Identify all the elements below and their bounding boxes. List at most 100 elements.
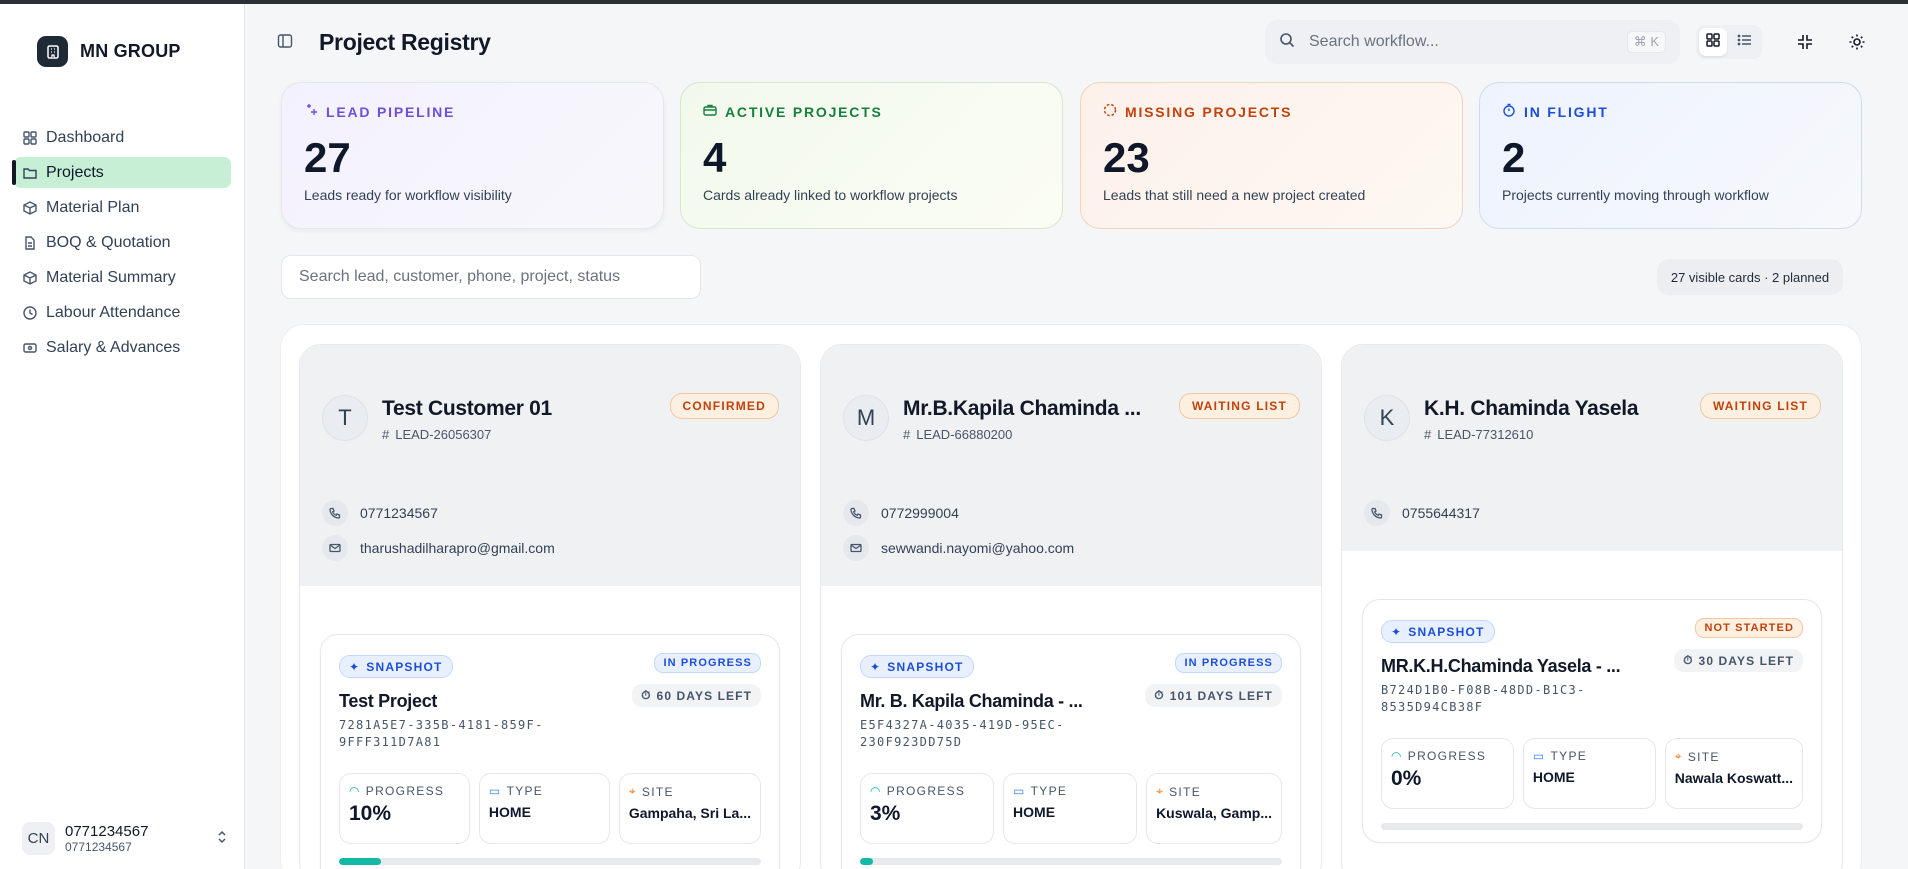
type-value: HOME [1532, 769, 1575, 785]
snapshot-tag: SNAPSHOT [1408, 624, 1485, 639]
document-icon [23, 235, 37, 250]
sun-icon[interactable] [1847, 32, 1867, 52]
status-badge: CONFIRMED [669, 393, 779, 419]
email-address[interactable]: tharushadilharapro@gmail.com [360, 540, 555, 556]
sidebar-toggle-icon[interactable] [277, 33, 293, 49]
brand-name: MN GROUP [80, 41, 181, 61]
phone-row: 0771234567 [322, 495, 772, 530]
brand[interactable]: MN GROUP [37, 36, 181, 67]
list-icon [1737, 32, 1753, 53]
status-badge: WAITING LIST [1178, 393, 1300, 419]
folder-icon [23, 166, 37, 180]
days-left: 101 DAYS LEFT [1169, 688, 1273, 703]
project-uuid: 7281A5E7-335B-4181-859F-9FFF311D7A81 [339, 718, 544, 749]
type-metric: ▭ TYPE HOME [1003, 773, 1138, 844]
sidebar-item-salary-advances[interactable]: Salary & Advances [14, 332, 231, 363]
progress-metric: ◠ PROGRESS 3% [860, 773, 995, 844]
stat-card-active-projects: ACTIVE PROJECTS 4 Cards already linked t… [680, 82, 1063, 229]
collapse-icon[interactable] [1795, 32, 1815, 52]
workflow-search-input[interactable]: Search workflow... ⌘ K [1265, 20, 1680, 64]
lead-card[interactable]: M Mr.B.Kapila Chaminda ... # LEAD-668802… [820, 344, 1322, 869]
timer-icon: ⏱ [641, 688, 652, 702]
map-pin-icon: ⌖ [1156, 784, 1165, 798]
sidebar-item-material-plan[interactable]: Material Plan [14, 192, 231, 223]
map-pin-icon: ⌖ [628, 784, 637, 798]
progress-bar-fill [339, 858, 382, 865]
briefcase-icon [703, 103, 717, 120]
sidebar-item-projects[interactable]: Projects [12, 157, 231, 188]
sidebar-item-label: Projects [46, 163, 104, 181]
metric-label: SITE [1169, 784, 1201, 799]
user-menu[interactable]: CN 0771234567 0771234567 [22, 822, 227, 855]
phone-number[interactable]: 0755644317 [1402, 505, 1480, 521]
stat-value: 23 [1103, 134, 1150, 181]
chevrons-up-down-icon[interactable] [217, 830, 227, 847]
metric-label: PROGRESS [365, 784, 445, 798]
sidebar-item-material-summary[interactable]: Material Summary [14, 262, 231, 293]
lead-card-header: M Mr.B.Kapila Chaminda ... # LEAD-668802… [821, 345, 1321, 586]
stat-label: ACTIVE PROJECTS [725, 103, 883, 120]
lead-card-header: T Test Customer 01 # LEAD-26056307 CONFI… [300, 345, 800, 586]
stat-label: MISSING PROJECTS [1125, 103, 1293, 120]
folder-icon: ▭ [1013, 784, 1026, 798]
progress-bar [339, 858, 761, 865]
type-value: HOME [488, 804, 531, 820]
sidebar-item-label: Material Summary [46, 268, 176, 286]
sidebar-item-dashboard[interactable]: Dashboard [14, 122, 231, 153]
progress-value: 3% [870, 802, 901, 825]
metric-label: TYPE [506, 784, 544, 798]
metric-label: TYPE [1030, 784, 1068, 798]
email-row: tharushadilharapro@gmail.com [322, 530, 772, 565]
site-value: Kuswala, Gamp... [1156, 805, 1272, 821]
site-value: Nawala Koswatt... [1674, 770, 1794, 786]
type-value: HOME [1013, 804, 1056, 820]
project-uuid: E5F4327A-4035-419D-95EC-230F923DD75D [860, 718, 1065, 749]
sidebar-item-labour-attendance[interactable]: Labour Attendance [14, 297, 231, 328]
project-status-badge: IN PROGRESS [1175, 653, 1282, 673]
site-value: Gampaha, Sri La... [628, 805, 751, 821]
user-subtitle: 0771234567 [65, 840, 132, 854]
hash-icon: # [1424, 427, 1432, 442]
stat-description: Leads that still need a new project crea… [1103, 187, 1366, 203]
lead-card[interactable]: K K.H. Chaminda Yasela # LEAD-77312610 W… [1341, 344, 1843, 869]
email-address[interactable]: sewwandi.nayomi@yahoo.com [881, 540, 1074, 556]
project-snapshot[interactable]: ✦ SNAPSHOT IN PROGRESS ⏱ 60 DAYS LEFT Test… [320, 634, 780, 869]
stat-description: Cards already linked to workflow project… [703, 187, 958, 203]
timer-icon: ⏱ [1154, 688, 1165, 702]
sidebar-item-label: Dashboard [46, 128, 125, 146]
grid-view-button[interactable] [1699, 28, 1727, 56]
email-row: sewwandi.nayomi@yahoo.com [843, 530, 1293, 565]
visible-cards-badge: 27 visible cards · 2 planned [1657, 259, 1843, 295]
project-snapshot[interactable]: ✦ SNAPSHOT NOT STARTED ⏱ 30 DAYS LEFT MR.K… [1362, 599, 1822, 843]
progress-value: 10% [349, 802, 392, 825]
sidebar-item-label: Material Plan [46, 198, 140, 216]
sidebar-nav: Dashboard Projects Material Plan BOQ & Q… [12, 122, 231, 367]
phone-number[interactable]: 0772999004 [881, 505, 959, 521]
view-toggle [1696, 25, 1762, 59]
project-snapshot[interactable]: ✦ SNAPSHOT IN PROGRESS ⏱ 101 DAYS LEFT Mr.… [841, 634, 1301, 869]
metric-label: SITE [641, 784, 674, 799]
stat-label: LEAD PIPELINE [326, 103, 456, 120]
days-left: 60 DAYS LEFT [656, 688, 752, 703]
loader-icon [1103, 103, 1117, 120]
progress-metric: ◠ PROGRESS 10% [339, 773, 470, 844]
hash-icon: # [903, 427, 911, 442]
lead-card-header: K K.H. Chaminda Yasela # LEAD-77312610 W… [1342, 345, 1842, 551]
sidebar-item-label: Labour Attendance [46, 303, 181, 321]
lead-search-input[interactable]: Search lead, customer, phone, project, s… [281, 255, 701, 299]
stat-card-missing-projects: MISSING PROJECTS 23 Leads that still nee… [1080, 82, 1463, 229]
lead-name: Test Customer 01 [382, 397, 552, 420]
metric-label: PROGRESS [1407, 749, 1487, 763]
stat-description: Projects currently moving through workfl… [1502, 187, 1769, 203]
user-name: 0771234567 [65, 823, 149, 840]
list-view-button[interactable] [1731, 28, 1759, 56]
gauge-icon: ◠ [1391, 749, 1403, 763]
grid-icon [23, 130, 37, 145]
clock-icon [23, 305, 37, 320]
sparkle-icon: ✦ [870, 659, 882, 674]
stat-card-in-flight: IN FLIGHT 2 Projects currently moving th… [1479, 82, 1862, 229]
status-badge: WAITING LIST [1699, 393, 1821, 419]
sidebar-item-boq-quotation[interactable]: BOQ & Quotation [14, 227, 231, 258]
lead-card[interactable]: T Test Customer 01 # LEAD-26056307 CONFI… [299, 344, 801, 869]
phone-number[interactable]: 0771234567 [360, 505, 438, 521]
